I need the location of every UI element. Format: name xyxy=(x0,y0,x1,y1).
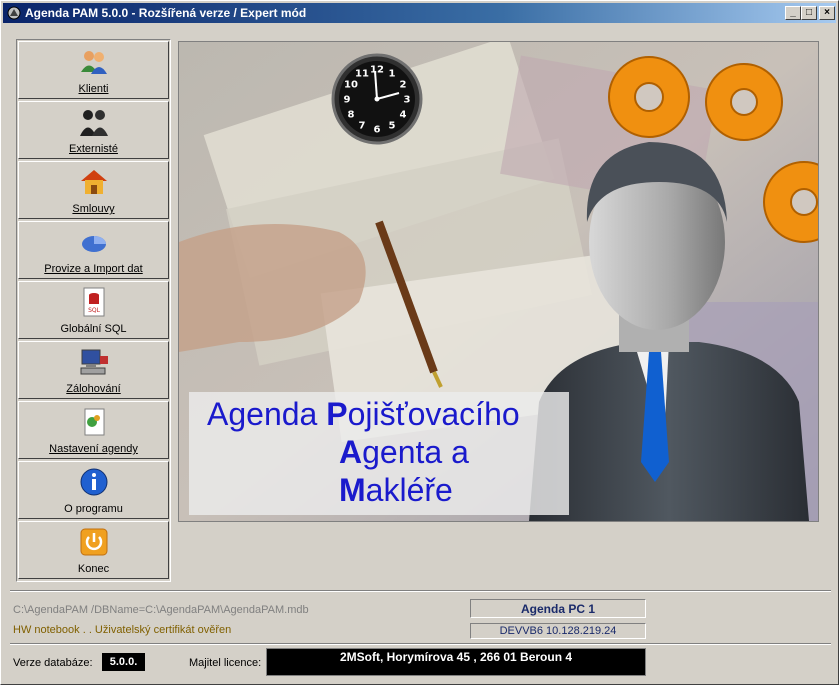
app-icon xyxy=(7,6,21,20)
nav-button-contracts[interactable]: Smlouvy xyxy=(18,161,169,219)
nav-label-global-sql: Globální SQL xyxy=(60,323,127,335)
nav-button-about[interactable]: O programu xyxy=(18,461,169,519)
clock-numeral: 2 xyxy=(400,80,407,91)
clock-numeral: 8 xyxy=(348,110,355,121)
clock-numeral: 6 xyxy=(374,125,381,136)
status-divider xyxy=(10,590,831,592)
power-icon xyxy=(80,528,108,556)
hero-title-word: genta a xyxy=(362,434,469,470)
house-icon xyxy=(81,170,107,194)
backup-computer-icon xyxy=(80,349,108,375)
nav-label-about: O programu xyxy=(64,503,123,515)
hero-title-word: ojišťovacího xyxy=(347,396,520,432)
database-path: C:\AgendaPAM /DBName=C:\AgendaPAM\Agenda… xyxy=(13,604,309,616)
clock-icon: 12 12 3 45678 9 1011 xyxy=(331,53,423,145)
maximize-button[interactable]: □ xyxy=(801,6,817,20)
hero-title-box: Agenda Pojišťovacího Agenta a Makléře xyxy=(189,392,569,515)
clock-numeral: 11 xyxy=(355,69,369,80)
hero-title-line-2: Agenta a xyxy=(339,434,469,471)
hero-title-word: Agenda xyxy=(207,396,327,432)
clock-numeral: 12 xyxy=(370,65,384,76)
nav-button-global-sql[interactable]: SQL Globální SQL xyxy=(18,281,169,339)
settings-document-icon xyxy=(84,408,105,436)
nav-button-clients[interactable]: Klienti xyxy=(18,41,169,99)
license-owner-value: 2MSoft, Horymírova 45 , 266 01 Beroun 4 xyxy=(266,648,646,676)
title-bar[interactable]: Agenda PAM 5.0.0 - Rozšířená verze / Exp… xyxy=(3,3,836,23)
clock-numeral: 9 xyxy=(344,95,351,106)
pc-name-field: Agenda PC 1 xyxy=(470,599,646,618)
svg-text:SQL: SQL xyxy=(88,307,101,314)
hero-title-initial: M xyxy=(339,472,366,508)
status-divider-2 xyxy=(10,643,831,645)
nav-button-settings[interactable]: Nastavení agendy xyxy=(18,401,169,459)
hero-title-line-1: Agenda Pojišťovacího xyxy=(207,396,520,433)
pc-info-field: DEVVB6 10.128.219.24 xyxy=(470,623,646,639)
db-version-value: 5.0.0. xyxy=(102,653,145,671)
hero-title-initial: P xyxy=(326,396,348,432)
clients-icon xyxy=(81,51,107,74)
main-window: Agenda PAM 5.0.0 - Rozšířená verze / Exp… xyxy=(0,0,839,685)
nav-button-exit[interactable]: Konec xyxy=(18,521,169,579)
hardware-certificate-status: HW notebook . . Uživatelský certifikát o… xyxy=(13,624,232,636)
nav-label-externists: Externisté xyxy=(69,143,118,155)
close-button[interactable]: × xyxy=(819,6,835,20)
nav-label-clients: Klienti xyxy=(78,83,109,95)
clock-numeral: 1 xyxy=(389,69,396,80)
nav-label-backup: Zálohování xyxy=(66,383,121,395)
clock-numeral: 4 xyxy=(400,110,407,121)
hero-image: 12 1 2 3 4 5 6 7 8 9 10 11 Agenda Pojišťovacího xyxy=(178,41,819,522)
nav-button-externists[interactable]: Externisté xyxy=(18,101,169,159)
minimize-button[interactable]: _ xyxy=(785,6,801,20)
nav-label-commissions: Provize a Import dat xyxy=(44,263,143,275)
license-owner-label: Majitel licence: xyxy=(189,657,262,669)
window-title: Agenda PAM 5.0.0 - Rozšířená verze / Exp… xyxy=(25,6,307,20)
nav-button-commissions[interactable]: Provize a Import dat xyxy=(18,221,169,279)
hero-title-word: akléře xyxy=(365,472,453,508)
nav-label-contracts: Smlouvy xyxy=(72,203,115,215)
hero-title-initial: A xyxy=(339,434,363,470)
clock-numeral: 5 xyxy=(389,121,396,132)
nav-label-settings: Nastavení agendy xyxy=(49,443,138,455)
hero-title-line-3: Makléře xyxy=(339,472,453,509)
clock-numeral: 10 xyxy=(344,80,358,91)
nav-label-exit: Konec xyxy=(77,563,110,575)
externists-icon xyxy=(80,110,108,136)
clock-numeral: 7 xyxy=(359,121,366,132)
db-version-label: Verze databáze: xyxy=(13,657,93,669)
sql-database-icon: SQL xyxy=(83,287,105,317)
nav-button-backup[interactable]: Zálohování xyxy=(18,341,169,399)
clock-numeral: 3 xyxy=(404,95,411,106)
info-icon xyxy=(80,468,108,496)
sidebar: Klienti Externisté Smlouvy Provize a Imp… xyxy=(16,39,171,582)
pie-chart-icon xyxy=(82,236,106,252)
